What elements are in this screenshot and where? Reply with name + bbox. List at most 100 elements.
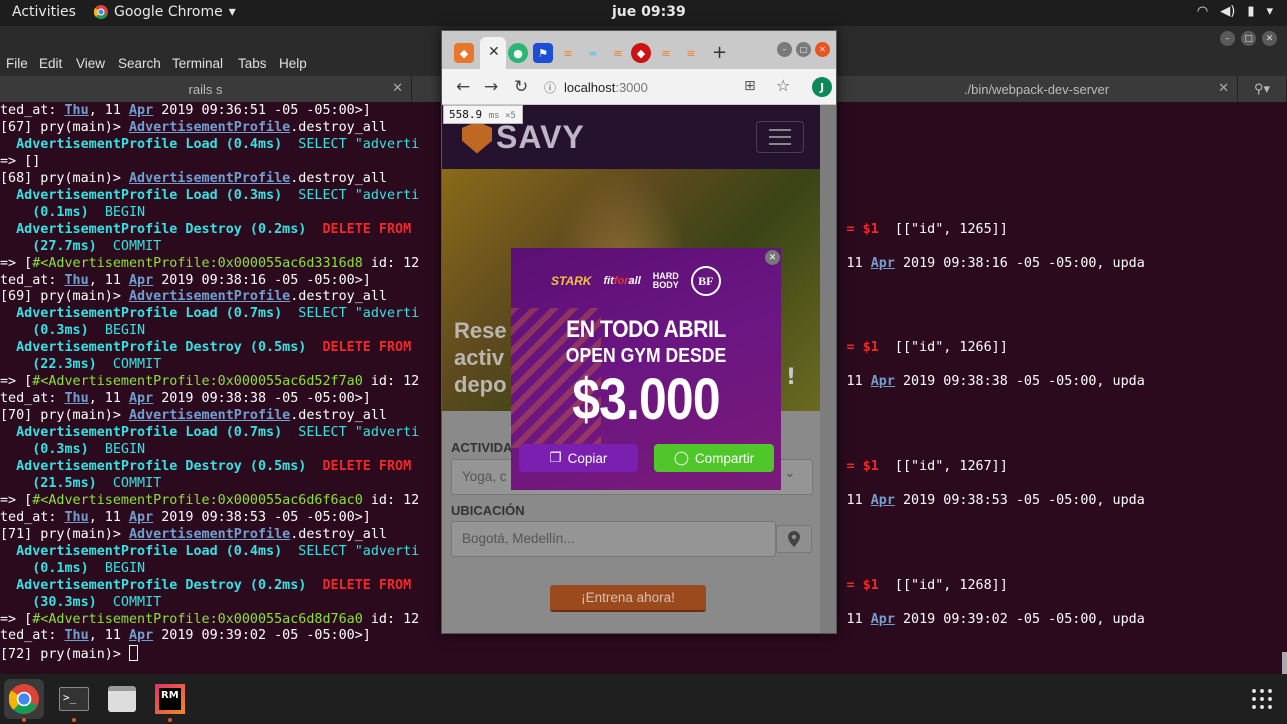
terminal-tab-label: rails s [188,81,223,97]
terminal-line: ted_at: Thu, 11 Apr 2019 09:38:16 -05 -0… [0,272,371,288]
terminal-line: (27.7ms) COMMIT [0,238,162,254]
terminal-line: (30.3ms) COMMIT [0,594,162,610]
hamburger-menu-button[interactable] [756,121,804,153]
app-menu-label: Google Chrome [114,4,223,20]
ruby-tab-icon[interactable]: ◆ [631,43,651,63]
location-input[interactable]: Bogotá, Medellín... [451,521,776,557]
files-launcher-icon[interactable] [102,679,142,719]
menu-edit[interactable]: Edit [39,56,62,71]
site-logo-text: SAVY [496,119,585,155]
bookmark-star-icon[interactable]: ☆ [776,76,790,95]
profile-icon: ⚲▾ [1253,81,1271,96]
terminal-line: [72] pry(main)> [0,645,138,662]
menu-terminal[interactable]: Terminal [172,56,223,71]
minimize-icon[interactable]: – [777,42,792,57]
chrome-tab-strip: ◆ ✕ ● ⚑ ≡ ≈ ≡ ◆ ≡ ≡ + – □ ✕ [442,31,836,69]
brand-hardbody: HARD BODY [652,271,679,290]
new-tab-icon[interactable]: + [712,42,727,63]
stackoverflow-tab-icon[interactable]: ≡ [558,43,578,63]
address-bar[interactable]: ⓘ localhost:3000 [544,75,740,99]
reload-icon[interactable]: ↻ [514,77,528,97]
brand-bf-logo: BF [690,266,721,296]
show-applications-icon[interactable] [1242,679,1282,719]
brand-fitforall: fitforall [603,275,641,287]
copy-button[interactable]: ❐ Copiar [519,444,638,472]
terminal-line: (0.3ms) BEGIN [0,323,146,339]
flag-tab-icon[interactable]: ⚑ [533,43,553,63]
terminal-line: [71] pry(main)> AdvertisementProfile.des… [0,526,387,542]
running-indicator [22,718,26,722]
running-indicator [168,718,172,722]
terminal-line: (22.3ms) COMMIT [0,357,162,373]
terminal-line: ted_at: Thu, 11 Apr 2019 09:36:51 -05 -0… [0,103,371,118]
new-tab-button[interactable]: ⚲▾ [1238,76,1287,102]
system-top-bar: Activities Google Chrome ▾ jue 09:39 ◠ ◀… [0,0,1287,26]
forward-icon[interactable]: → [484,77,498,97]
terminal-line: [70] pry(main)> AdvertisementProfile.des… [0,408,387,424]
page-scrollbar[interactable] [820,105,836,633]
close-icon[interactable]: ✕ [488,44,500,60]
close-icon[interactable]: ✕ [1218,80,1229,96]
menu-tabs[interactable]: Tabs [238,56,267,71]
maximize-icon[interactable]: □ [1241,31,1256,46]
close-icon[interactable]: ✕ [765,250,780,265]
close-icon[interactable]: ✕ [1262,31,1277,46]
chrome-launcher-icon[interactable] [4,679,44,719]
close-icon[interactable]: ✕ [815,42,830,57]
system-tray[interactable]: ◠ ◀) ▮ ▾ [1197,4,1273,19]
rubymine-launcher-icon[interactable]: RM [150,679,190,719]
terminal-line: (21.5ms) COMMIT [0,475,162,491]
whatsapp-icon: ◯ [673,450,689,465]
terminal-line: [68] pry(main)> AdvertisementProfile.des… [0,170,387,186]
map-pin-icon[interactable] [776,525,812,553]
close-icon[interactable]: ✕ [392,80,403,96]
battery-icon: ▮ [1247,4,1255,19]
terminal-line: [69] pry(main)> AdvertisementProfile.des… [0,289,387,305]
back-icon[interactable]: ← [456,77,470,97]
terminal-line: => [] [0,153,41,169]
promo-line-2: OPEN GYM DESDE [565,345,727,367]
minimize-icon[interactable]: – [1220,31,1235,46]
power-menu-icon: ▾ [1266,4,1273,19]
menu-view[interactable]: View [76,56,105,71]
terminal-tab-rails[interactable]: rails s ✕ [0,76,412,102]
brand-stark: STARK [551,274,592,288]
stackoverflow-tab-icon-2[interactable]: ≡ [608,43,628,63]
menu-file[interactable]: File [6,56,28,71]
url-port: :3000 [615,79,648,95]
tailwind-tab-icon[interactable]: ≈ [583,43,603,63]
hero-heading-end: ! [786,365,797,390]
activities-button[interactable]: Activities [12,4,76,20]
copy-button-label: Copiar [567,450,608,466]
terminal-line: [67] pry(main)> AdvertisementProfile.des… [0,119,387,135]
chrome-toolbar: ← → ↻ ⓘ localhost:3000 ⊞ ☆ J [442,69,836,105]
translate-icon[interactable]: ⊞ [744,78,756,94]
whatsapp-share-button[interactable]: ◯ Compartir [654,444,774,472]
clock[interactable]: jue 09:39 [612,4,686,20]
chrome-window-controls: – □ ✕ [777,42,830,57]
chevron-down-icon: ⌄ [784,465,796,481]
train-now-button[interactable]: ¡Entrena ahora! [550,585,706,612]
info-icon[interactable]: ⓘ [544,79,556,96]
sponsor-logos: STARK fitforall HARD BODY BF [551,266,721,296]
share-button-label: Compartir [694,450,755,466]
terminal-line: (0.1ms) BEGIN [0,204,146,220]
maximize-icon[interactable]: □ [796,42,811,57]
stackoverflow-tab-icon-4[interactable]: ≡ [681,43,701,63]
shield-icon [462,121,492,154]
terminal-tab-label: ./bin/webpack-dev-server [963,81,1110,97]
app-menu[interactable]: Google Chrome ▾ [94,4,236,20]
stackoverflow-tab-icon-3[interactable]: ≡ [656,43,676,63]
terminal-scrollbar[interactable] [1282,652,1287,674]
menu-help[interactable]: Help [279,56,307,71]
site-logo[interactable]: SAVY [462,119,585,156]
terminal-launcher-icon[interactable]: >_ [54,679,94,719]
terminal-tab-webpack[interactable]: ./bin/webpack-dev-server ✕ [836,76,1238,102]
menu-search[interactable]: Search [118,56,161,71]
profile-avatar[interactable]: J [812,77,832,97]
chat-tab-icon[interactable]: ● [508,43,528,63]
copy-icon: ❐ [549,450,562,465]
gitlab-tab-icon[interactable]: ◆ [454,43,474,63]
chrome-active-tab[interactable]: ✕ [480,37,506,69]
url-host: localhost [564,79,616,95]
